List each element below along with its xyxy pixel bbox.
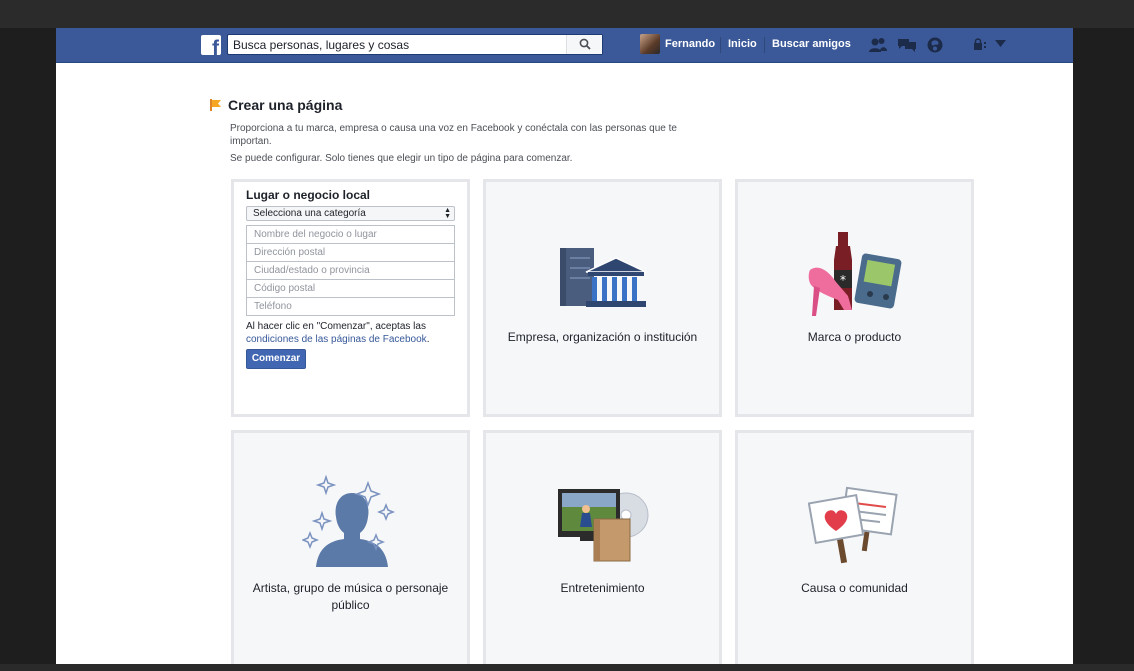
city-field[interactable]: Ciudad/estado o provincia [246, 261, 455, 280]
company-building-icon [560, 248, 647, 307]
entertainment-category-card[interactable]: Entretenimiento [483, 430, 722, 665]
video-top-strip [0, 0, 1134, 28]
address-field[interactable]: Dirección postal [246, 243, 455, 262]
cause-category-label: Causa o comunidad [801, 581, 908, 595]
messages-icon[interactable] [897, 36, 917, 54]
artist-silhouette-icon [302, 475, 396, 567]
terms-text: Al hacer clic en "Comenzar", aceptas las… [246, 321, 430, 345]
video-frame: f Busca personas, lugares y cosas Fernan… [0, 0, 1134, 671]
company-category-card[interactable]: Empresa, organización o institución [483, 179, 722, 417]
privacy-lock-icon[interactable] [973, 38, 989, 52]
facebook-header-bar: f Busca personas, lugares y cosas Fernan… [56, 28, 1073, 63]
cause-category-card[interactable]: Causa o comunidad [735, 430, 974, 665]
start-button[interactable]: Comenzar [246, 349, 306, 369]
friend-requests-icon[interactable] [868, 36, 888, 54]
zip-code-field[interactable]: Código postal [246, 279, 455, 298]
brand-product-icon: * [808, 232, 902, 316]
search-placeholder: Busca personas, lugares y cosas [233, 38, 410, 52]
nav-divider [764, 37, 765, 53]
video-bottom-strip [0, 664, 1134, 671]
search-input[interactable]: Busca personas, lugares y cosas [227, 34, 603, 55]
brand-category-card[interactable]: * Marca o producto [735, 179, 974, 417]
search-icon [579, 38, 591, 50]
page-title: Crear una página [228, 97, 343, 113]
phone-field[interactable]: Teléfono [246, 297, 455, 316]
entertainment-category-label: Entretenimiento [560, 581, 645, 595]
home-link[interactable]: Inicio [728, 38, 757, 50]
find-friends-link[interactable]: Buscar amigos [772, 38, 851, 50]
artist-category-card[interactable]: Artista, grupo de música o personaje púb… [231, 430, 470, 665]
entertainment-tv-icon [558, 489, 649, 562]
brand-category-label: Marca o producto [807, 330, 902, 344]
svg-text:*: * [840, 273, 846, 287]
local-business-card: Lugar o negocio local Selecciona una cat… [231, 179, 470, 417]
facebook-logo-icon[interactable]: f [201, 35, 221, 55]
account-menu-icon[interactable] [995, 40, 1006, 48]
business-name-field[interactable]: Nombre del negocio o lugar [246, 225, 455, 244]
company-category-label: Empresa, organización o institución [507, 330, 698, 344]
facebook-page: f Busca personas, lugares y cosas Fernan… [56, 28, 1073, 665]
notifications-icon[interactable] [926, 36, 944, 54]
cause-signs-icon [808, 486, 898, 564]
category-select-value: Selecciona una categoría [253, 208, 366, 219]
avatar[interactable] [640, 34, 660, 54]
nav-divider [720, 37, 721, 53]
search-button[interactable] [566, 35, 602, 54]
category-select[interactable]: Selecciona una categoría ▲ ▼ [246, 206, 455, 221]
terms-link[interactable]: condiciones de las páginas de Facebook [246, 334, 427, 345]
intro-text: Proporciona a tu marca, empresa o causa … [230, 123, 677, 147]
local-business-title: Lugar o negocio local [246, 188, 371, 202]
intro-subtext: Se puede configurar. Solo tienes que ele… [230, 153, 573, 164]
profile-link[interactable]: Fernando [665, 38, 715, 50]
artist-category-label: Artista, grupo de música o personaje púb… [252, 581, 449, 612]
select-arrows-icon: ▲ ▼ [444, 207, 451, 220]
create-page-flag-icon [210, 99, 221, 111]
